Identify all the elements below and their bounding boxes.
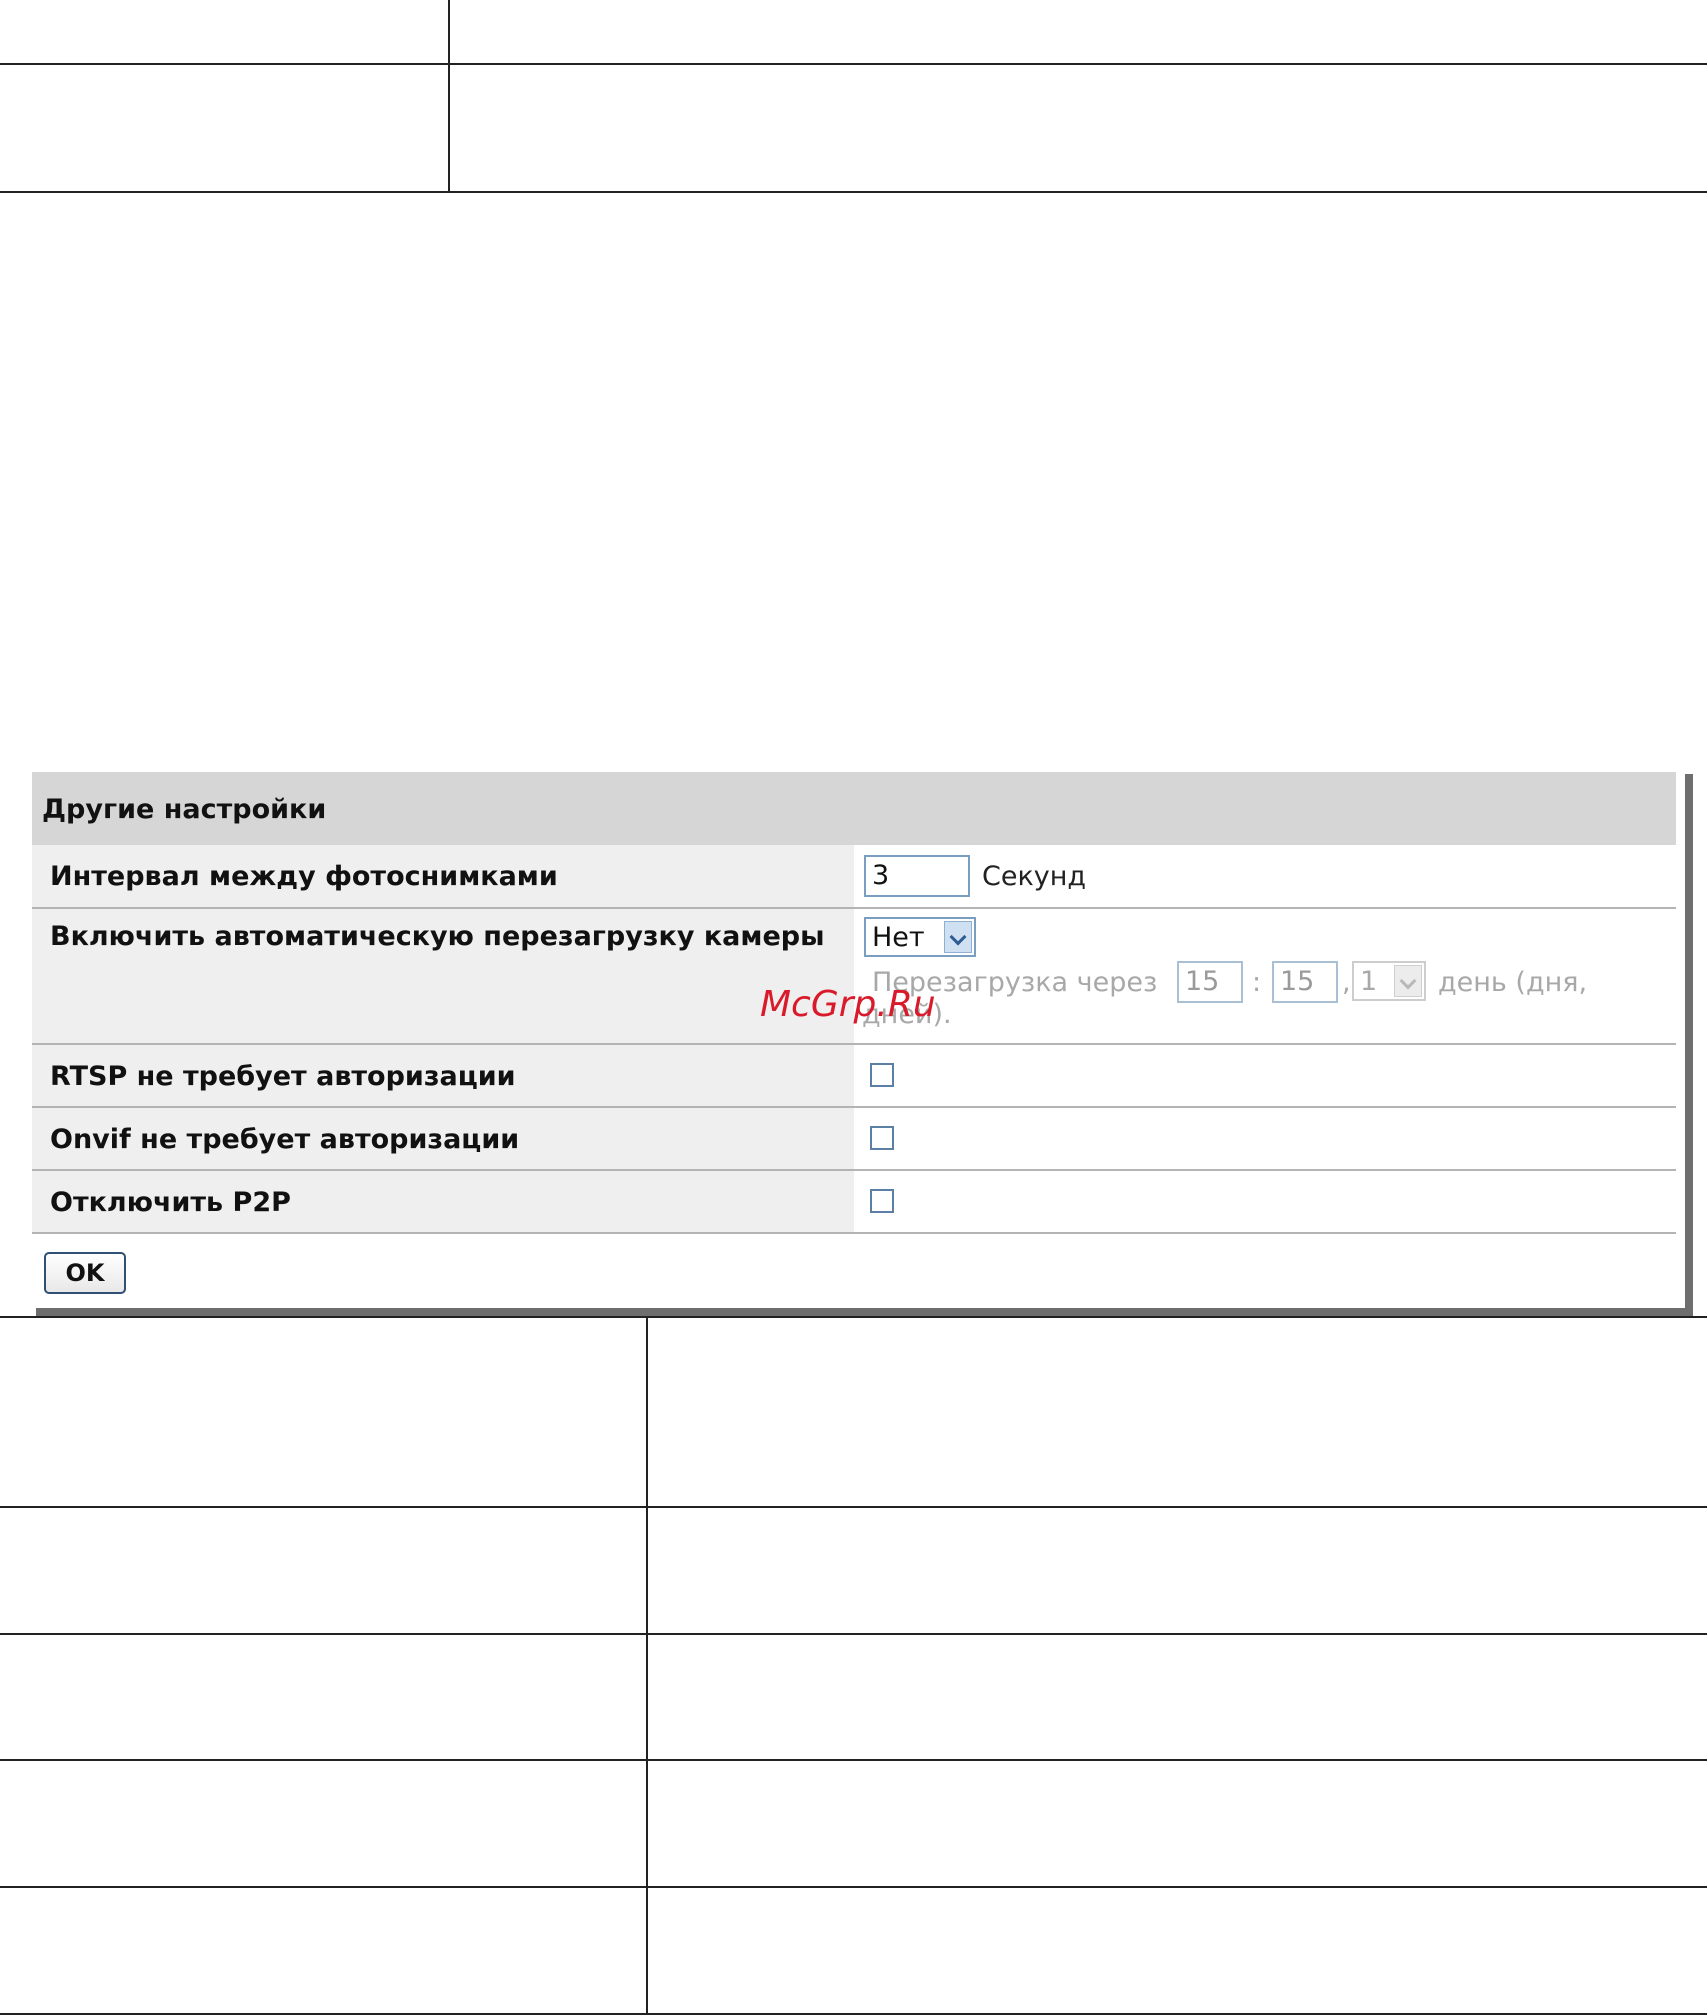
onvif-no-auth-row: Onvif не требует авторизации bbox=[32, 1108, 1676, 1171]
other-settings-panel: Другие настройки Интервал между фотосним… bbox=[32, 772, 1676, 1308]
table-divider bbox=[0, 1506, 1707, 1508]
panel-title: Другие настройки bbox=[42, 794, 327, 825]
disable-p2p-row: Отключить P2P bbox=[32, 1171, 1676, 1234]
disable-p2p-label: Отключить P2P bbox=[50, 1187, 291, 1218]
table-column-divider bbox=[448, 0, 450, 193]
table-divider bbox=[0, 1886, 1707, 1888]
table-divider bbox=[0, 1633, 1707, 1635]
reboot-days-value: 1 bbox=[1360, 966, 1378, 997]
auto-reboot-label: Включить автоматическую перезагрузку кам… bbox=[50, 921, 825, 952]
rtsp-no-auth-row: RTSP не требует авторизации bbox=[32, 1045, 1676, 1108]
comma-separator: , bbox=[1342, 967, 1351, 998]
panel-header: Другие настройки bbox=[32, 772, 1676, 845]
table-divider bbox=[0, 1759, 1707, 1761]
ok-button[interactable]: OK bbox=[44, 1252, 126, 1294]
top-table bbox=[0, 0, 1707, 193]
table-divider bbox=[0, 191, 1707, 193]
onvif-no-auth-checkbox[interactable] bbox=[870, 1126, 894, 1150]
rtsp-no-auth-label: RTSP не требует авторизации bbox=[50, 1061, 516, 1092]
watermark: McGrp.Ru bbox=[760, 984, 936, 1025]
onvif-no-auth-label: Onvif не требует авторизации bbox=[50, 1124, 520, 1155]
table-column-divider bbox=[646, 1316, 648, 2015]
snapshot-interval-label: Интервал между фотоснимками bbox=[50, 861, 558, 892]
chevron-down-icon bbox=[944, 921, 972, 953]
panel-shadow bbox=[1685, 774, 1693, 1316]
table-divider bbox=[0, 63, 1707, 65]
panel-shadow bbox=[36, 1308, 1693, 1316]
snapshot-interval-row: Интервал между фотоснимками 3 Секунд bbox=[32, 845, 1676, 909]
reboot-minutes-input[interactable]: 15 bbox=[1272, 961, 1338, 1003]
auto-reboot-select-value: Нет bbox=[872, 922, 925, 953]
auto-reboot-select[interactable]: Нет bbox=[864, 917, 976, 957]
table-divider bbox=[0, 1316, 1707, 1318]
reboot-days-select[interactable]: 1 bbox=[1352, 961, 1426, 1001]
chevron-down-icon bbox=[1394, 965, 1422, 997]
time-separator: : bbox=[1252, 967, 1262, 998]
reboot-days-unit: день (дня, bbox=[1438, 967, 1588, 998]
snapshot-interval-unit: Секунд bbox=[982, 861, 1087, 892]
rtsp-no-auth-checkbox[interactable] bbox=[870, 1063, 894, 1087]
snapshot-interval-input[interactable]: 3 bbox=[864, 855, 970, 897]
reboot-hours-input[interactable]: 15 bbox=[1177, 961, 1243, 1003]
disable-p2p-checkbox[interactable] bbox=[870, 1189, 894, 1213]
bottom-table bbox=[0, 1316, 1707, 2015]
